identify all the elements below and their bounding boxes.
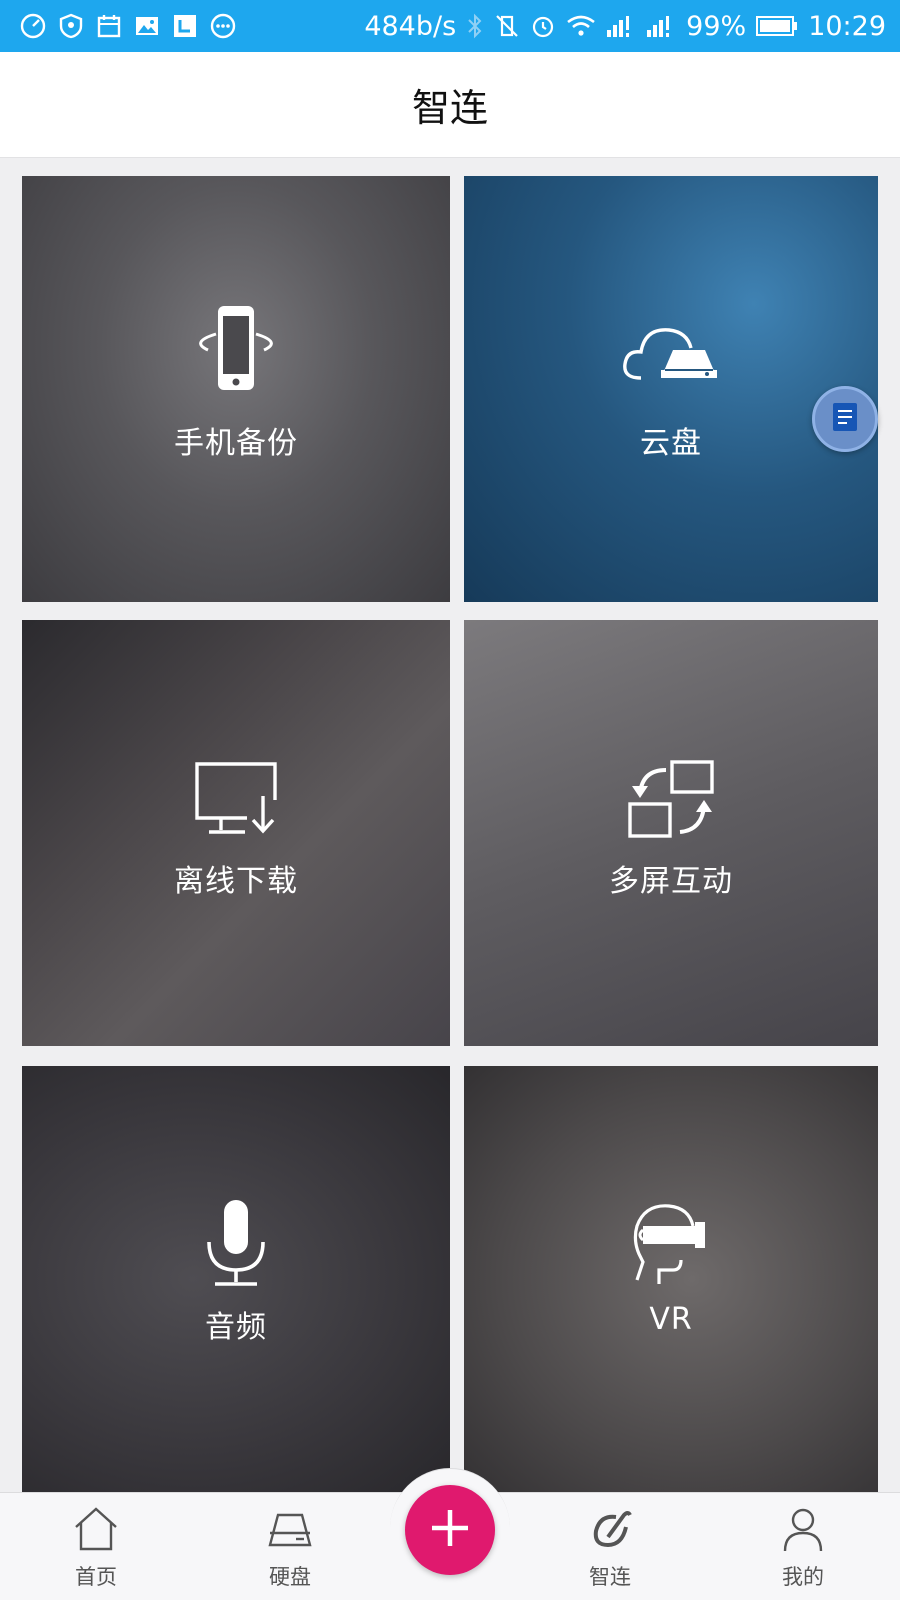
tile-multiscreen[interactable]: 多屏互动 (464, 620, 878, 1046)
vr-headset-icon (629, 1200, 713, 1290)
battery-percent: 99% (686, 10, 747, 42)
status-bar: 484b/s 99% 10:29 (0, 0, 900, 52)
monitor-download-icon (191, 760, 281, 840)
wifi-icon (566, 14, 596, 38)
document-icon (831, 401, 859, 437)
phone-rotate-icon (186, 304, 286, 398)
floating-note-button[interactable] (812, 386, 878, 452)
shield-icon (58, 13, 84, 39)
harddisk-icon (266, 1505, 314, 1557)
nav-item-home[interactable]: 首页 (36, 1505, 156, 1591)
vibrate-off-icon (494, 13, 520, 39)
tile-label: VR (649, 1302, 693, 1337)
tile-offline-download[interactable]: 离线下载 (22, 620, 450, 1046)
screen-switch-icon (626, 760, 716, 844)
plus-icon (428, 1506, 472, 1554)
nav-item-zhilian[interactable]: 智连 (550, 1505, 670, 1591)
nav-item-mine[interactable]: 我的 (743, 1505, 863, 1591)
signal-icon-2 (646, 14, 676, 38)
tile-label: 手机备份 (174, 426, 298, 461)
speed-icon (20, 13, 46, 39)
calendar-icon (96, 13, 122, 39)
user-icon (779, 1505, 827, 1557)
tile-label: 多屏互动 (609, 864, 733, 899)
clock: 10:29 (808, 10, 886, 42)
page-title: 智连 (411, 86, 488, 130)
tile-vr[interactable]: VR (464, 1066, 878, 1492)
status-left-icons (20, 13, 248, 39)
signal-icon (606, 14, 636, 38)
app-icon (172, 13, 198, 39)
nav-label: 我的 (782, 1565, 824, 1589)
add-button[interactable] (405, 1485, 495, 1575)
nav-label: 首页 (75, 1565, 117, 1589)
nav-label: 硬盘 (269, 1565, 311, 1589)
home-icon (72, 1505, 120, 1557)
status-right: 484b/s 99% 10:29 (354, 11, 886, 42)
cloud-drive-icon (621, 320, 721, 390)
alarm-icon (530, 13, 556, 39)
bluetooth-icon (466, 13, 484, 39)
nav-label: 智连 (589, 1565, 631, 1589)
nav-item-disk[interactable]: 硬盘 (230, 1505, 350, 1591)
more-icon (210, 13, 236, 39)
tile-label: 离线下载 (174, 864, 298, 899)
link-icon (586, 1505, 634, 1557)
battery-icon (756, 14, 798, 38)
tile-label: 音频 (205, 1310, 267, 1345)
microphone-icon (201, 1198, 271, 1292)
app-header: 智连 (0, 52, 900, 158)
tile-audio[interactable]: 音频 (22, 1066, 450, 1492)
tile-cloud-drive[interactable]: 云盘 (464, 176, 878, 602)
image-icon (134, 13, 160, 39)
tile-phone-backup[interactable]: 手机备份 (22, 176, 450, 602)
network-speed: 484b/s (364, 10, 457, 42)
